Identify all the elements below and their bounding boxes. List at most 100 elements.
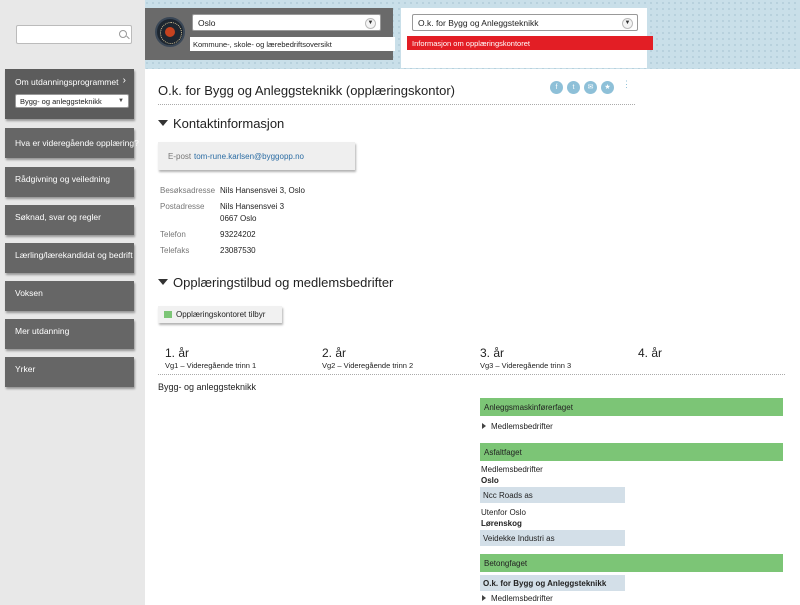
- more-icon[interactable]: ⋮: [622, 80, 631, 94]
- office-select[interactable]: O.k. for Bygg og Anleggsteknikk ▼: [412, 14, 638, 31]
- county-subtitle-tab[interactable]: Kommune-, skole- og lærebedriftsoversikt: [190, 37, 395, 51]
- member-region: Utenfor Oslo: [481, 508, 526, 517]
- info-value: Nils Hansensvei 3, Oslo: [220, 186, 305, 195]
- sidebar-item-label: Rådgivning og veiledning: [15, 174, 110, 184]
- twitter-icon[interactable]: t: [567, 81, 580, 94]
- page-title: O.k. for Bygg og Anleggsteknikk (opplæri…: [158, 83, 455, 98]
- sidebar-item-label: Voksen: [15, 288, 43, 298]
- program-name: Bygg- og anleggsteknikk: [158, 382, 257, 392]
- subject-bar[interactable]: Betongfaget: [480, 554, 783, 572]
- search-icon[interactable]: [119, 30, 127, 38]
- email-box: E-post tom-rune.karlsen@byggopp.no: [158, 142, 355, 170]
- member-company[interactable]: Ncc Roads as: [480, 487, 625, 503]
- member-company[interactable]: O.k. for Bygg og Anleggsteknikk: [480, 575, 625, 591]
- member-place: Lørenskog: [481, 519, 522, 528]
- info-value: 93224202: [220, 230, 256, 239]
- facebook-icon[interactable]: f: [550, 81, 563, 94]
- chevron-down-icon: ▼: [365, 18, 376, 29]
- year-number: 4. år: [638, 346, 663, 360]
- company-name: Ncc Roads as: [483, 491, 533, 500]
- triangle-right-icon: [482, 423, 486, 429]
- email-icon[interactable]: ✉: [584, 81, 597, 94]
- sidebar-item-laerling[interactable]: Lærling/lærekandidat og bedrift: [5, 243, 134, 273]
- year-stage: Vg1 – Videregående trinn 1: [165, 361, 257, 370]
- triangle-right-icon: [482, 595, 486, 601]
- chevron-down-icon: ▼: [622, 18, 633, 29]
- chevron-right-icon: ›: [122, 75, 126, 86]
- office-select-value: O.k. for Bygg og Anleggsteknikk: [418, 18, 539, 28]
- info-value: 0667 Oslo: [220, 214, 257, 223]
- sidebar-item-yrker[interactable]: Yrker: [5, 357, 134, 387]
- year-column-1: 1. år Vg1 – Videregående trinn 1: [165, 346, 256, 370]
- triangle-down-icon: [158, 278, 168, 285]
- sidebar-item-radgivning[interactable]: Rådgivning og veiledning: [5, 167, 134, 197]
- sidebar-item-mer-utdanning[interactable]: Mer utdanning: [5, 319, 134, 349]
- sidebar-item-videregaende[interactable]: Hva er videregående opplæring?: [5, 128, 139, 158]
- legend-swatch: [164, 311, 172, 318]
- year-column-3: 3. år Vg3 – Videregående trinn 3: [480, 346, 571, 370]
- company-name: O.k. for Bygg og Anleggsteknikk: [483, 579, 607, 588]
- legend-label: Opplæringskontoret tilbyr: [176, 310, 266, 319]
- sidebar-item-label: Yrker: [15, 364, 36, 374]
- year-number: 1. år: [165, 346, 190, 360]
- sidebar-item-label: Mer utdanning: [15, 326, 70, 336]
- sidebar-program-label: Om utdanningsprogrammet: [15, 77, 119, 87]
- office-block: O.k. for Bygg og Anleggsteknikk ▼ Inform…: [401, 8, 653, 68]
- sidebar-program-panel[interactable]: Om utdanningsprogrammet › Bygg- og anleg…: [5, 69, 134, 119]
- subject-bar[interactable]: Anleggsmaskinførerfaget: [480, 398, 783, 416]
- divider: [158, 374, 785, 375]
- info-value: Nils Hansensvei 3: [220, 202, 285, 211]
- search-input[interactable]: [20, 27, 114, 44]
- search-box[interactable]: [16, 25, 132, 44]
- year-number: 2. år: [322, 346, 347, 360]
- triangle-down-icon: [158, 119, 168, 126]
- sidebar-item-label: Lærling/lærekandidat og bedrift: [15, 250, 133, 260]
- expander-label: Medlemsbedrifter: [491, 594, 553, 603]
- county-block: Oslo ▼ Kommune-, skole- og lærebedriftso…: [145, 8, 395, 60]
- sidebar-item-soknad[interactable]: Søknad, svar og regler: [5, 205, 134, 235]
- members-expander[interactable]: Medlemsbedrifter: [482, 594, 553, 603]
- oslo-coat-of-arms-logo: [155, 17, 185, 47]
- info-label: Postadresse: [160, 202, 205, 211]
- year-column-2: 2. år Vg2 – Videregående trinn 2: [322, 346, 413, 370]
- contact-section-toggle[interactable]: Kontaktinformasjon: [158, 116, 284, 131]
- email-label: E-post: [168, 152, 192, 161]
- info-label: Telefaks: [160, 246, 190, 255]
- sidebar-item-label: Søknad, svar og regler: [15, 212, 101, 222]
- county-select-value: Oslo: [198, 18, 216, 28]
- favorite-icon[interactable]: ★: [601, 81, 614, 94]
- chevron-down-icon: ▼: [118, 98, 124, 104]
- offers-section-toggle[interactable]: Opplæringstilbud og medlemsbedrifter: [158, 275, 393, 290]
- contact-heading: Kontaktinformasjon: [173, 116, 285, 131]
- legend-badge: Opplæringskontoret tilbyr: [158, 306, 282, 323]
- subject-name: Betongfaget: [484, 559, 528, 568]
- member-company[interactable]: Veidekke Industri as: [480, 530, 625, 546]
- members-expander[interactable]: Medlemsbedrifter: [482, 422, 553, 431]
- top-bar: Oslo ▼ Kommune-, skole- og lærebedriftso…: [145, 0, 653, 68]
- members-label: Medlemsbedrifter: [481, 465, 543, 474]
- member-place: Oslo: [481, 476, 499, 485]
- info-label: Besøksadresse: [160, 186, 216, 195]
- email-link[interactable]: tom-rune.karlsen@byggopp.no: [194, 152, 304, 161]
- main-content: O.k. for Bygg og Anleggsteknikk (opplæri…: [145, 69, 800, 605]
- program-select[interactable]: Bygg- og anleggsteknikk ▼: [15, 94, 129, 108]
- year-stage: Vg2 – Videregående trinn 2: [322, 361, 414, 370]
- info-value: 23087530: [220, 246, 256, 255]
- left-column: Om utdanningsprogrammet › Bygg- og anleg…: [0, 0, 145, 605]
- subject-bar[interactable]: Asfaltfaget: [480, 443, 783, 461]
- subject-name: Asfaltfaget: [484, 448, 522, 457]
- year-number: 3. år: [480, 346, 505, 360]
- offers-heading: Opplæringstilbud og medlemsbedrifter: [173, 275, 394, 290]
- subject-name: Anleggsmaskinførerfaget: [484, 403, 573, 412]
- program-select-value: Bygg- og anleggsteknikk: [20, 97, 102, 106]
- sidebar-item-voksen[interactable]: Voksen: [5, 281, 134, 311]
- company-name: Veidekke Industri as: [483, 534, 555, 543]
- divider: [158, 104, 635, 105]
- year-column-4: 4. år: [638, 346, 662, 361]
- year-stage: Vg3 – Videregående trinn 3: [480, 361, 572, 370]
- office-subtitle-tab[interactable]: Informasjon om opplæringskontoret: [407, 36, 653, 50]
- expander-label: Medlemsbedrifter: [491, 422, 553, 431]
- sidebar-item-label: Hva er videregående opplæring?: [15, 138, 139, 148]
- info-label: Telefon: [160, 230, 186, 239]
- county-select[interactable]: Oslo ▼: [192, 14, 381, 31]
